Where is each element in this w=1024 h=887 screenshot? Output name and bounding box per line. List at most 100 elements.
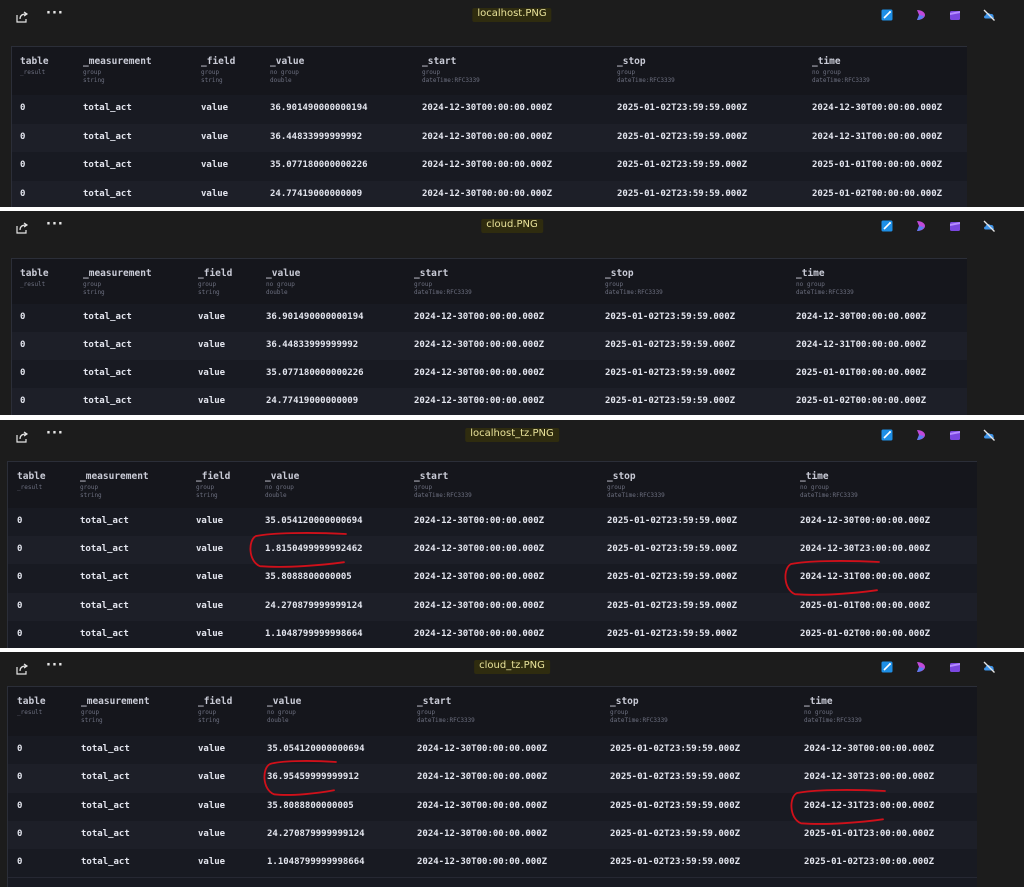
column-type-label: double [270, 77, 292, 84]
column-header-value[interactable]: _value [270, 56, 304, 67]
column-header-field[interactable]: _field [198, 696, 232, 707]
column-header-value[interactable]: _value [265, 471, 299, 482]
column-type-label: string [83, 289, 105, 296]
column-type-label: dateTime:RFC3339 [414, 492, 472, 499]
table-cell-stop: 2025-01-02T23:59:59.000Z [617, 131, 748, 142]
clipchamp-icon[interactable] [948, 7, 962, 21]
column-header-field[interactable]: _field [196, 471, 230, 482]
table-cell-time: 2024-12-31T00:00:00.000Z [812, 131, 943, 142]
table-cell-field: value [196, 600, 224, 611]
more-options-button[interactable]: ··· [46, 6, 64, 21]
column-header-start[interactable]: _start [417, 696, 451, 707]
column-type-label: dateTime:RFC3339 [610, 717, 668, 724]
column-header-table[interactable]: table [17, 696, 46, 707]
table-cell-measurement: total_act [83, 188, 132, 199]
cloud-off-icon[interactable] [982, 7, 996, 21]
table-cell-time: 2024-12-31T00:00:00.000Z [796, 340, 927, 350]
more-options-button[interactable]: ··· [46, 658, 64, 673]
table-cell-table: 0 [20, 131, 26, 142]
more-options-button[interactable]: ··· [46, 217, 64, 232]
column-header-field[interactable]: _field [198, 268, 232, 279]
share-icon[interactable] [15, 220, 29, 234]
table-cell-time: 2025-01-02T23:00:00.000Z [804, 857, 935, 868]
copilot-icon[interactable] [914, 7, 928, 21]
table-cell-value: 1.8150499999992462 [265, 544, 363, 555]
column-header-measurement[interactable]: _measurement [83, 268, 152, 279]
column-header-value[interactable]: _value [267, 696, 301, 707]
table-cell-stop: 2025-01-02T23:59:59.000Z [610, 772, 741, 783]
edit-image-icon[interactable] [880, 218, 894, 232]
table-cell-field: value [196, 572, 224, 583]
viewer-toolbar: ··· cloud.PNG [0, 211, 1024, 243]
column-group-label: group [422, 69, 441, 76]
clipchamp-icon[interactable] [948, 427, 962, 441]
table-header: table _result _measurement group string _fiel… [8, 687, 977, 737]
share-icon[interactable] [15, 429, 29, 443]
table-cell-table: 0 [20, 340, 26, 350]
edit-image-icon[interactable] [880, 659, 894, 673]
copilot-icon[interactable] [914, 218, 928, 232]
table-cell-measurement: total_act [81, 772, 130, 783]
table-cell-stop: 2025-01-02T23:59:59.000Z [605, 396, 736, 406]
column-header-measurement[interactable]: _measurement [81, 696, 150, 707]
cloud-off-icon[interactable] [982, 218, 996, 232]
table-cell-value: 36.44833999999992 [270, 131, 363, 142]
column-header-time[interactable]: _time [812, 56, 841, 67]
file-name: localhost.PNG [472, 8, 552, 22]
column-header-value[interactable]: _value [266, 268, 300, 279]
edit-image-icon[interactable] [880, 7, 894, 21]
table-cell-measurement: total_act [83, 396, 132, 406]
table-cell-stop: 2025-01-02T23:59:59.000Z [607, 628, 738, 639]
table-cell-field: value [201, 131, 229, 142]
table-cell-field: value [198, 829, 226, 840]
table-row: 0 total_act value 1.1048799999998664 2024-12… [8, 849, 977, 879]
column-header-time[interactable]: _time [796, 268, 825, 279]
table-cell-time: 2025-01-02T00:00:00.000Z [796, 396, 927, 406]
column-type-label: string [81, 717, 103, 724]
table-row: 0 total_act value 36.44833999999992 2024-12-… [12, 123, 967, 153]
results-table: table _result _measurement group string _fiel… [7, 686, 977, 887]
table-cell-start: 2024-12-30T00:00:00.000Z [422, 131, 553, 142]
column-header-stop[interactable]: _stop [610, 696, 639, 707]
results-table: table _result _measurement group string _fiel… [7, 461, 977, 648]
column-header-start[interactable]: _start [414, 471, 448, 482]
column-header-start[interactable]: _start [422, 56, 456, 67]
cloud-off-icon[interactable] [982, 427, 996, 441]
column-header-time[interactable]: _time [804, 696, 833, 707]
clipchamp-icon[interactable] [948, 218, 962, 232]
column-header-table[interactable]: table [20, 268, 49, 279]
column-type-label: dateTime:RFC3339 [422, 77, 480, 84]
column-header-time[interactable]: _time [800, 471, 829, 482]
column-header-measurement[interactable]: _measurement [83, 56, 152, 67]
column-header-table[interactable]: table [17, 471, 46, 482]
table-row: 0 total_act value 36.95459999999912 2024-12-… [8, 764, 977, 794]
column-header-table[interactable]: table [20, 56, 49, 67]
column-group-label: group [414, 484, 433, 491]
table-cell-start: 2024-12-30T00:00:00.000Z [414, 312, 545, 322]
column-header-stop[interactable]: _stop [607, 471, 636, 482]
table-header: table _result _measurement group string _fiel… [8, 462, 977, 509]
copilot-icon[interactable] [914, 659, 928, 673]
column-header-measurement[interactable]: _measurement [80, 471, 149, 482]
table-cell-table: 0 [17, 572, 23, 583]
column-group-label: group [81, 709, 100, 716]
table-cell-table: 0 [20, 103, 26, 114]
table-cell-table: 0 [20, 396, 26, 406]
column-header-start[interactable]: _start [414, 268, 448, 279]
table-cell-value: 36.901490000000194 [266, 312, 364, 322]
edit-image-icon[interactable] [880, 427, 894, 441]
cloud-off-icon[interactable] [982, 659, 996, 673]
more-options-button[interactable]: ··· [46, 426, 64, 441]
clipchamp-icon[interactable] [948, 659, 962, 673]
share-icon[interactable] [15, 661, 29, 675]
column-header-stop[interactable]: _stop [617, 56, 646, 67]
table-cell-value: 24.270879999999124 [265, 600, 363, 611]
share-icon[interactable] [15, 9, 29, 23]
table-cell-time: 2024-12-31T23:00:00.000Z [804, 800, 935, 811]
table-cell-time: 2025-01-01T00:00:00.000Z [812, 160, 943, 171]
column-header-stop[interactable]: _stop [605, 268, 634, 279]
column-header-field[interactable]: _field [201, 56, 235, 67]
panel-1: ··· localhost.PNG table _result _measurement… [0, 0, 1024, 207]
copilot-icon[interactable] [914, 427, 928, 441]
table-row: 0 total_act value 35.8088800000005 2024-12-3… [8, 564, 977, 594]
